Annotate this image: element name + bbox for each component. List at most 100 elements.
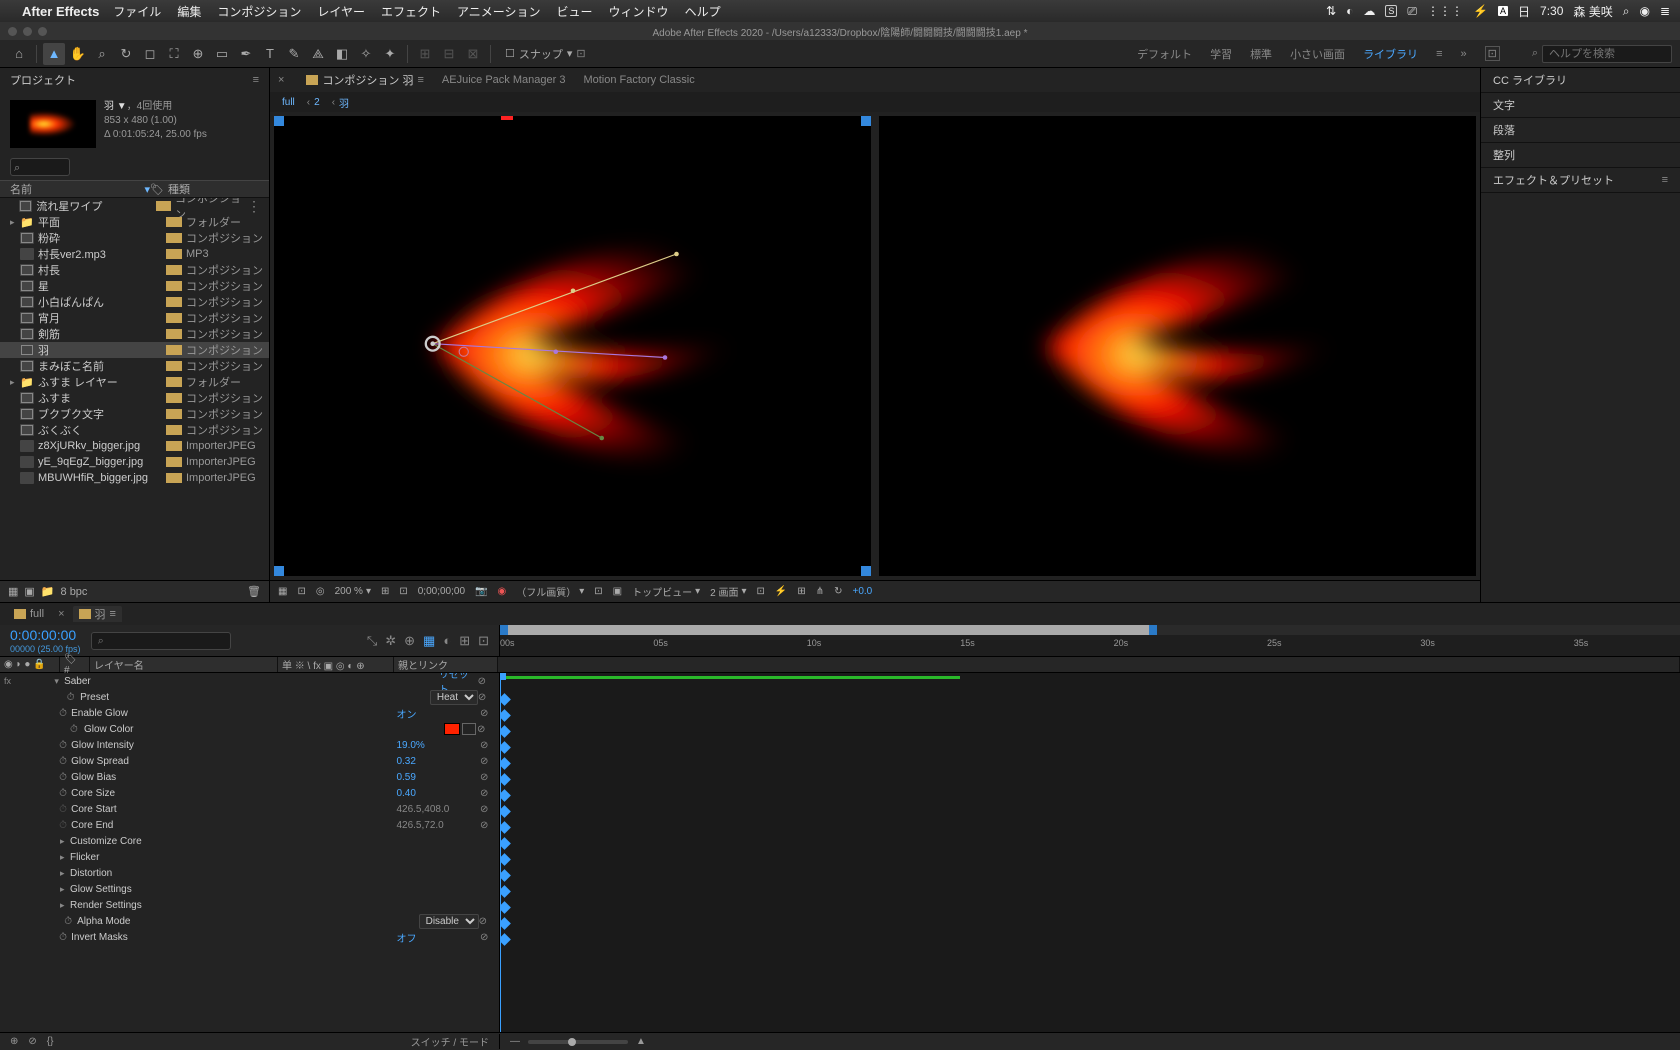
effects-panel-menu-icon[interactable]: ≡	[1662, 174, 1668, 186]
color-swatch[interactable]	[444, 723, 460, 735]
input-a-icon[interactable]: A	[1498, 6, 1508, 16]
keyframe-diamond[interactable]	[500, 885, 511, 898]
property-row[interactable]: ⏱Core End426.5,72.0⊘	[0, 817, 499, 833]
project-panel-menu-icon[interactable]: ≡	[253, 74, 259, 86]
project-item[interactable]: 流れ星ワイプコンポジション⋮	[0, 198, 269, 214]
property-select[interactable]: Disable	[419, 914, 479, 929]
link-icon[interactable]: ⊘	[480, 740, 495, 751]
menu-composition[interactable]: コンポジション	[217, 3, 301, 20]
project-item[interactable]: 粉砕コンポジション	[0, 230, 269, 246]
keyframe-diamond[interactable]	[500, 773, 511, 786]
property-row[interactable]: ▸Flicker	[0, 849, 499, 865]
view-pane-right[interactable]	[879, 116, 1476, 576]
menu-effect[interactable]: エフェクト	[381, 3, 441, 20]
menu-help[interactable]: ヘルプ	[685, 3, 721, 20]
s-icon[interactable]: S	[1385, 5, 1397, 17]
link-icon[interactable]: ⊘	[480, 756, 495, 767]
link-icon[interactable]: ⊘	[478, 676, 495, 687]
keyframe-diamond[interactable]	[500, 709, 511, 722]
tab-motion-factory[interactable]: Motion Factory Classic	[583, 74, 694, 86]
timeline-search-input[interactable]	[91, 632, 231, 650]
rectangle-tool-icon[interactable]: ▭	[211, 43, 233, 65]
project-col-tag-icon[interactable]: 🏷	[150, 184, 164, 196]
viewer-3d-icon[interactable]: ◎	[316, 586, 325, 597]
type-tool-icon[interactable]: T	[259, 43, 281, 65]
property-row[interactable]: ⏱Enable Glowオン⊘	[0, 705, 499, 721]
viewer-reset-exposure-icon[interactable]: ↻	[834, 586, 842, 597]
current-time[interactable]: 0:00:00:00 00000 (25.00 fps)	[10, 627, 81, 654]
viewer-time[interactable]: 0;00;00;00	[418, 586, 465, 597]
snap-checkbox[interactable]: ☐	[505, 47, 515, 60]
bpc-label[interactable]: 8 bpc	[61, 586, 88, 598]
menu-edit[interactable]: 編集	[177, 3, 201, 20]
viewer-zoom[interactable]: 200 % ▾	[335, 586, 371, 597]
keyframe-diamond[interactable]	[500, 853, 511, 866]
comp-name[interactable]: 羽 ▼	[104, 101, 127, 112]
timeline-tab-hane[interactable]: 羽 ≡	[73, 606, 122, 622]
stopwatch-icon[interactable]: ⏱	[59, 708, 69, 719]
stopwatch-icon[interactable]: ⏱	[59, 932, 69, 943]
panel-paragraph[interactable]: 段落	[1493, 122, 1515, 138]
motion-blur-icon[interactable]: ◐	[443, 633, 451, 649]
project-item[interactable]: z8XjURkv_bigger.jpgImporterJPEG	[0, 438, 269, 454]
link-icon[interactable]: ⊘	[480, 820, 495, 831]
stopwatch-icon[interactable]: ⏱	[59, 740, 69, 751]
project-item[interactable]: 羽コンポジション	[0, 342, 269, 358]
link-icon[interactable]: ⊘	[480, 788, 495, 799]
property-row[interactable]: ⏱Core Start426.5,408.0⊘	[0, 801, 499, 817]
workspace-small[interactable]: 小さい画面	[1290, 46, 1345, 62]
cloud-icon[interactable]: ☁	[1363, 4, 1375, 18]
roto-brush-tool-icon[interactable]: ✧	[355, 43, 377, 65]
panel-cc-libraries[interactable]: CC ライブラリ	[1493, 72, 1567, 88]
keyframe-diamond[interactable]	[500, 741, 511, 754]
timeline-zoom-slider[interactable]	[528, 1040, 628, 1044]
brainstorm-icon[interactable]: ⊡	[478, 633, 489, 649]
property-row[interactable]: fx▾Saberリセット⊘	[0, 673, 499, 689]
zoom-in-icon[interactable]: ▲	[636, 1036, 646, 1047]
view-pane-left[interactable]	[274, 116, 871, 576]
viewer-views[interactable]: 2 画面 ▾	[710, 584, 746, 599]
viewer-magnify-icon[interactable]: ⊡	[297, 586, 305, 597]
breadcrumb-hane[interactable]: ‹ 羽	[332, 95, 349, 110]
puppet-tool-icon[interactable]: ✦	[379, 43, 401, 65]
property-row[interactable]: ⏱PresetHeat⊘	[0, 689, 499, 705]
viewer-res-icon[interactable]: ⊞	[381, 586, 389, 597]
close-tab-icon[interactable]: ×	[278, 74, 284, 86]
panel-toggle-icon[interactable]: ⊡	[1485, 46, 1500, 61]
spotlight-icon[interactable]: ⌕	[1623, 4, 1630, 19]
panel-align[interactable]: 整列	[1493, 147, 1515, 163]
project-item[interactable]: 星コンポジション	[0, 278, 269, 294]
zoom-tool-icon[interactable]: ⌕	[91, 43, 113, 65]
timeline-tracks[interactable]	[500, 673, 1680, 1032]
frame-blend-icon[interactable]: ▦	[423, 633, 435, 649]
work-area-bar[interactable]	[500, 625, 1680, 635]
home-icon[interactable]: ⌂	[8, 43, 30, 65]
draft3d-icon[interactable]: ✲	[385, 633, 396, 649]
stopwatch-icon[interactable]: ⏱	[59, 820, 69, 831]
panel-character[interactable]: 文字	[1493, 97, 1515, 113]
link-icon[interactable]: ⊘	[478, 692, 495, 703]
control-center-icon[interactable]: ≣	[1660, 4, 1670, 18]
col-av-icons[interactable]: ◉ ◗ ● 🔒	[4, 659, 46, 670]
workspace-standard[interactable]: 標準	[1250, 46, 1272, 62]
menu-animation[interactable]: アニメーション	[457, 3, 541, 20]
viewer-exposure[interactable]: +0.0	[853, 586, 873, 597]
tab-aejuice[interactable]: AEJuice Pack Manager 3	[442, 74, 566, 86]
project-item[interactable]: ▸📁平面フォルダー	[0, 214, 269, 230]
project-item[interactable]: 村長ver2.mp3MP3	[0, 246, 269, 262]
col-layer-name[interactable]: レイヤー名	[94, 657, 144, 672]
viewer-timeline-icon[interactable]: ⊞	[797, 586, 805, 597]
keyframe-diamond[interactable]	[500, 821, 511, 834]
viewer-snapshot-icon[interactable]: 📷	[475, 586, 487, 597]
project-col-type[interactable]: 種類	[168, 184, 190, 196]
viewer-channel-icon[interactable]: ◉	[497, 586, 506, 597]
link-icon[interactable]: ⊘	[480, 804, 495, 815]
project-item-list[interactable]: 流れ星ワイプコンポジション⋮▸📁平面フォルダー粉砕コンポジション村長ver2.m…	[0, 198, 269, 580]
project-item[interactable]: ぶくぶくコンポジション	[0, 422, 269, 438]
time-ruler[interactable]: 00s05s10s15s20s25s30s35s	[500, 635, 1680, 657]
hide-shy-icon[interactable]: ⊕	[404, 633, 415, 649]
stopwatch-icon[interactable]: ⏱	[64, 916, 75, 927]
new-folder-icon[interactable]: 📁	[41, 585, 55, 598]
keyframe-diamond[interactable]	[500, 725, 511, 738]
zoom-window-button[interactable]	[38, 27, 47, 36]
